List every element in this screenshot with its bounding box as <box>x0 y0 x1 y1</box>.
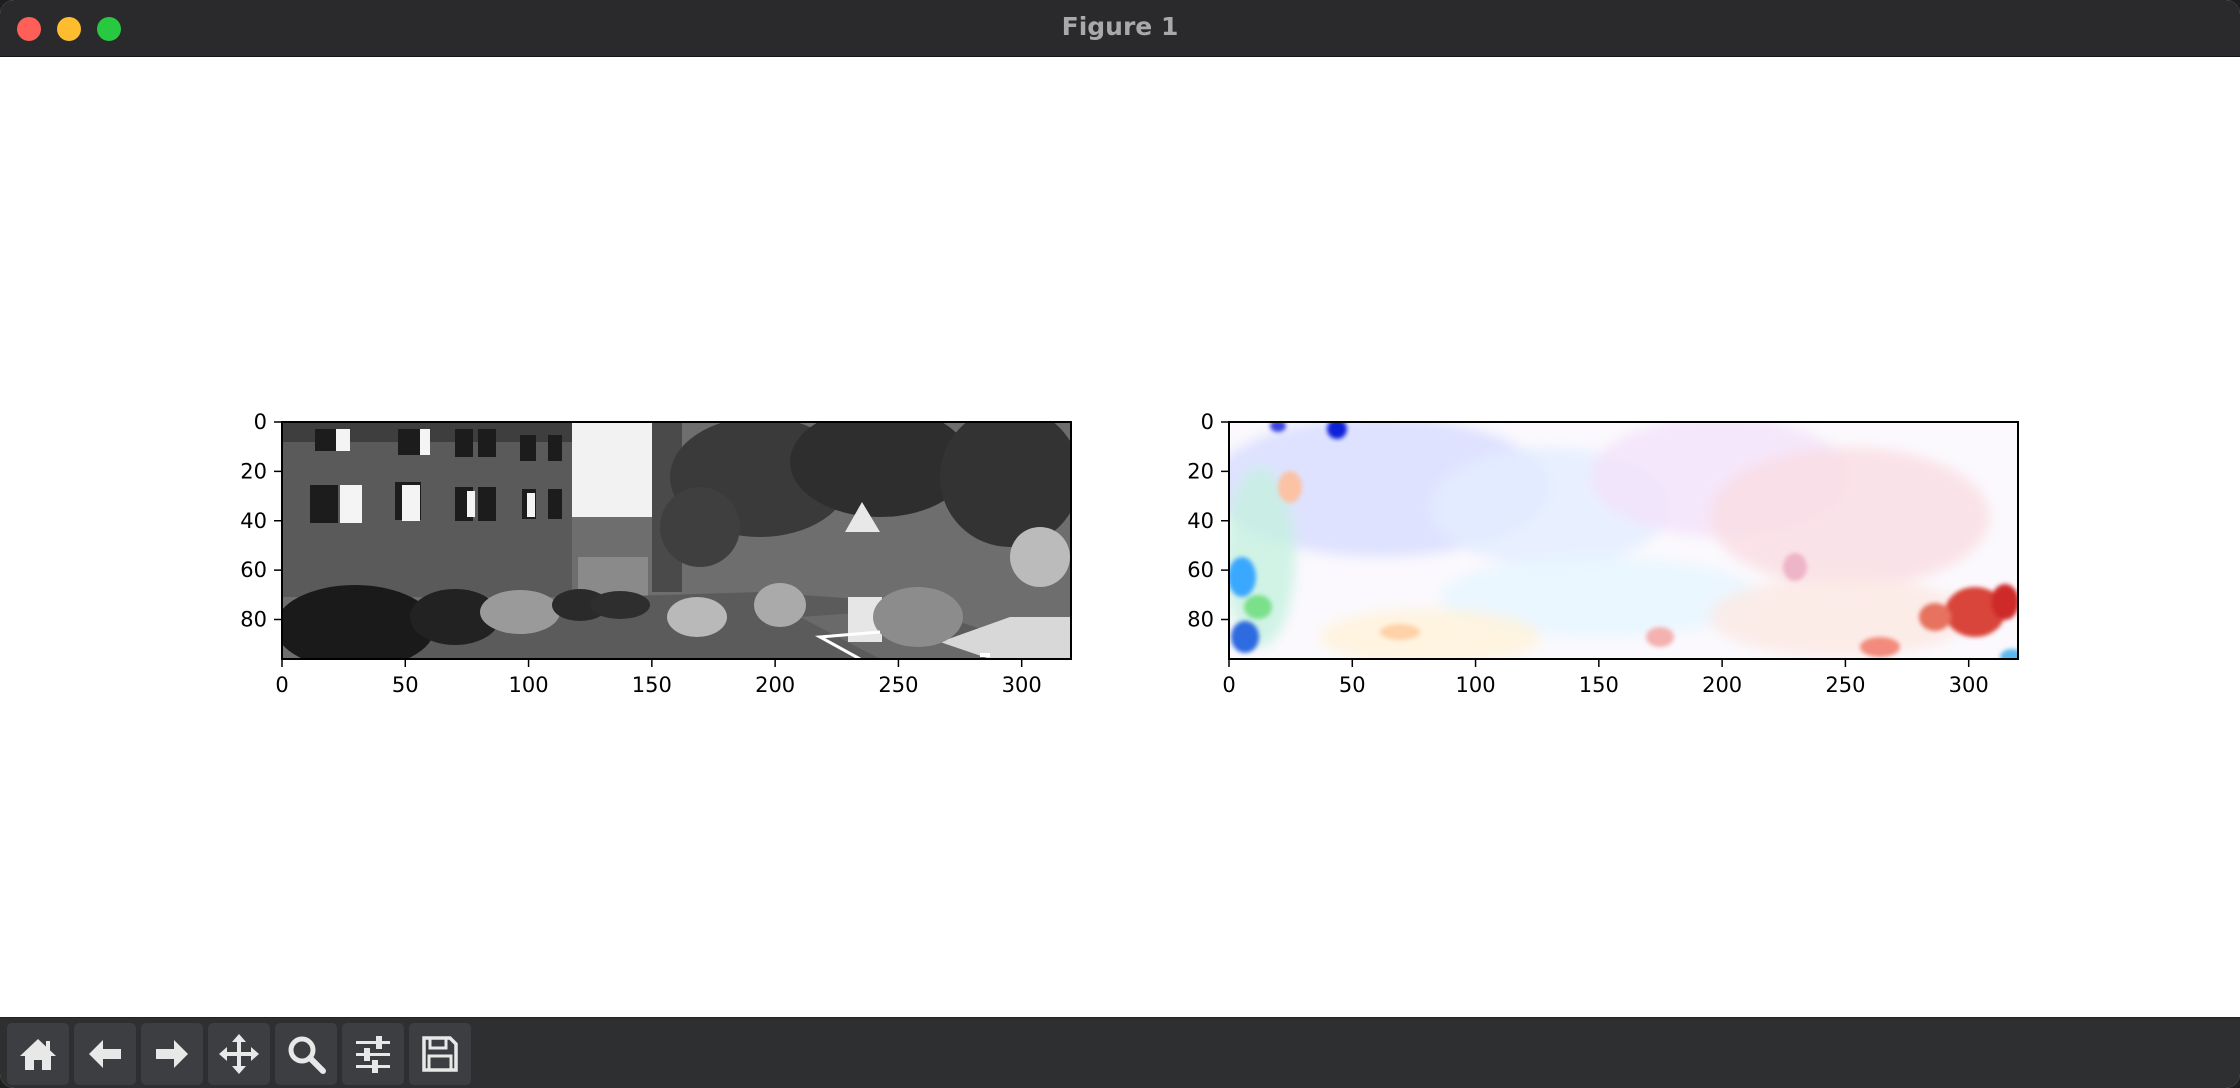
figure-window: Figure 1 0 50 100 150 200 250 300 0 20 4… <box>0 0 2240 1088</box>
zoom-button[interactable] <box>275 1023 337 1085</box>
y-tick-label: 20 <box>240 459 267 483</box>
arrow-right-icon <box>156 1040 188 1068</box>
optical-flow-image <box>1229 422 2018 659</box>
navigation-toolbar <box>0 1017 2240 1088</box>
x-tick-label: 0 <box>1222 673 1235 697</box>
x-tick-label: 50 <box>1339 673 1366 697</box>
figure-canvas[interactable]: 0 50 100 150 200 250 300 0 20 40 60 80 0 50 100 150 200… <box>0 57 2240 1017</box>
x-tick-label: 200 <box>1702 673 1742 697</box>
move-icon <box>219 1034 259 1074</box>
pan-button[interactable] <box>208 1023 270 1085</box>
arrow-left-icon <box>89 1040 121 1068</box>
y-tick-label: 0 <box>1201 410 1214 434</box>
x-tick-label: 150 <box>1579 673 1619 697</box>
title-bar: Figure 1 <box>0 0 2240 57</box>
y-tick-label: 0 <box>254 410 267 434</box>
y-tick-label: 60 <box>1187 558 1214 582</box>
x-tick-label: 300 <box>1002 673 1042 697</box>
x-tick-label: 150 <box>632 673 672 697</box>
figure-plot: 0 50 100 150 200 250 300020406080 0 50 100 150 200… <box>240 410 2019 697</box>
save-button[interactable] <box>409 1023 471 1085</box>
home-icon <box>20 1039 56 1070</box>
x-tick-label: 200 <box>755 673 795 697</box>
sliders-icon <box>356 1036 390 1073</box>
y-tick-label: 20 <box>1187 459 1214 483</box>
x-tick-label: 250 <box>1825 673 1865 697</box>
y-tick-label: 60 <box>240 558 267 582</box>
configure-subplots-button[interactable] <box>342 1023 404 1085</box>
window-title: Figure 1 <box>1061 12 1179 41</box>
back-button[interactable] <box>74 1023 136 1085</box>
x-tick-label: 250 <box>878 673 918 697</box>
magnifier-icon <box>288 1036 326 1074</box>
home-button[interactable] <box>7 1023 69 1085</box>
street-scene-image <box>282 422 1071 659</box>
y-tick-label: 40 <box>1187 509 1214 533</box>
x-tick-label: 300 <box>1949 673 1989 697</box>
floppy-disk-icon <box>422 1036 458 1072</box>
forward-button[interactable] <box>141 1023 203 1085</box>
y-tick-label: 40 <box>240 509 267 533</box>
x-tick-label: 100 <box>509 673 549 697</box>
x-tick-label: 100 <box>1456 673 1496 697</box>
y-tick-label: 80 <box>240 608 267 632</box>
x-tick-label: 50 <box>392 673 419 697</box>
x-tick-label: 0 <box>275 673 288 697</box>
y-tick-label: 80 <box>1187 608 1214 632</box>
